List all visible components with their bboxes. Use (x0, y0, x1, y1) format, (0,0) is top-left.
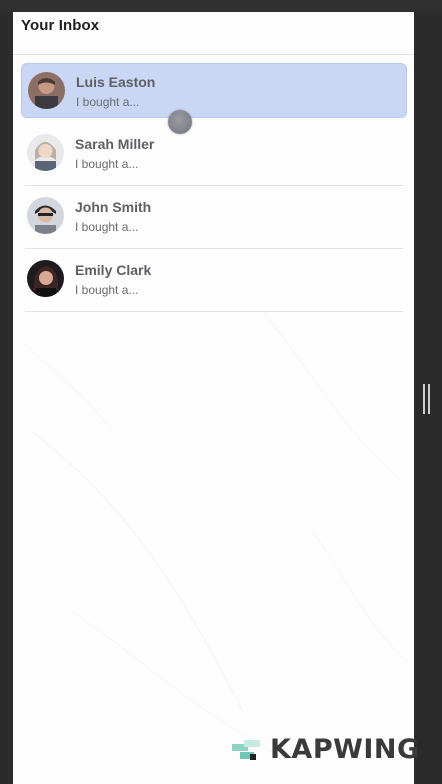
conversation-preview: I bought a... (75, 157, 139, 171)
conversation-preview: I bought a... (76, 95, 140, 109)
avatar-emily (27, 260, 64, 297)
watermark: KAPWING (230, 732, 430, 772)
conversation-item-sarah-miller[interactable]: Sarah Miller I bought a... (21, 126, 407, 186)
resize-handle[interactable] (423, 384, 431, 414)
avatar-john-image (27, 197, 64, 234)
avatar-sarah (27, 134, 64, 171)
list-divider (25, 185, 403, 186)
conversation-preview: I bought a... (75, 283, 139, 297)
conversation-name: John Smith (75, 199, 152, 215)
conversation-preview: I bought a... (75, 220, 139, 234)
watermark-text: KAPWING (270, 734, 420, 765)
kapwing-logo-icon (232, 740, 260, 760)
page-title: Your Inbox (21, 17, 100, 34)
conversation-item-emily-clark[interactable]: Emily Clark I bought a... (21, 252, 407, 312)
list-divider (25, 248, 403, 249)
conversation-name: Emily Clark (75, 262, 152, 278)
conversation-name: Sarah Miller (75, 136, 155, 152)
top-strip (0, 0, 442, 12)
avatar-john (27, 197, 64, 234)
conversation-name: Luis Easton (76, 74, 156, 90)
avatar-luis-image (28, 72, 65, 109)
title-divider (13, 54, 414, 55)
avatar-emily-image (27, 260, 64, 297)
avatar-luis (28, 72, 65, 109)
avatar-sarah-image (27, 134, 64, 171)
conversation-list: Luis Easton I bought a... Sarah Miller I… (21, 63, 407, 315)
conversation-item-luis-easton[interactable]: Luis Easton I bought a... (21, 63, 407, 118)
touch-cursor-indicator (168, 110, 192, 134)
app-frame: Your Inbox Luis Easton I bought a... Sar… (0, 0, 442, 784)
inbox-panel: Your Inbox Luis Easton I bought a... Sar… (13, 12, 414, 784)
conversation-item-john-smith[interactable]: John Smith I bought a... (21, 189, 407, 249)
list-divider (25, 311, 403, 312)
